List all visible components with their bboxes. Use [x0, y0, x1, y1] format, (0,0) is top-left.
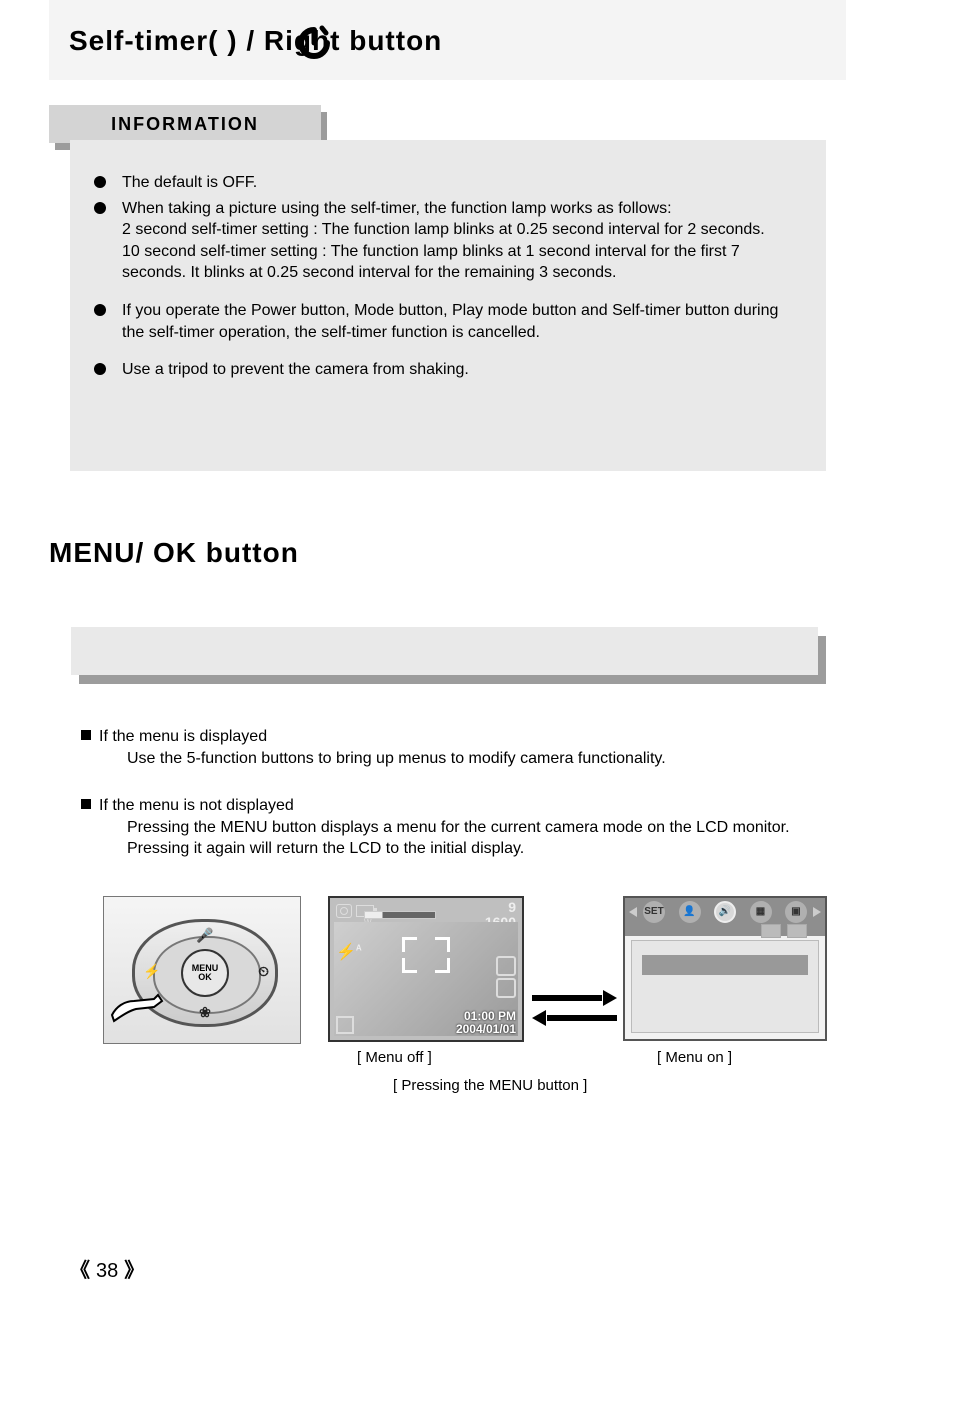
- page-title: Self-timer( ) / Right button: [69, 22, 442, 60]
- quality-icon: [496, 956, 516, 976]
- bullet-icon: [94, 202, 106, 214]
- sub-tab-1: [761, 924, 781, 938]
- information-heading: INFORMATION: [49, 105, 321, 143]
- menu-ok-center-button: MENU OK: [181, 949, 229, 997]
- arrow-left-icon: [532, 1010, 617, 1026]
- menu-ok-heading: MENU/ OK button: [49, 534, 846, 572]
- angle-right-icon: 》: [124, 1260, 144, 1282]
- sub-tab-2: [787, 924, 807, 938]
- info-item: When taking a picture using the self-tim…: [94, 198, 802, 284]
- list-sub: Use the 5-function buttons to bring up m…: [99, 748, 831, 770]
- menu-selected-row: [642, 955, 808, 975]
- information-panel: The default is OFF. When taking a pictur…: [70, 140, 826, 471]
- title-bar: Self-timer( ) / Right button: [49, 0, 846, 80]
- bullet-icon: [94, 363, 106, 375]
- info-text: When taking a picture using the self-tim…: [122, 200, 765, 282]
- lcd-date: 2004/01/01: [456, 1023, 516, 1036]
- focus-brackets: [402, 937, 450, 973]
- self-timer-icon: ⏲: [258, 962, 269, 981]
- list-main: If the menu is displayed: [99, 728, 267, 745]
- nav-left-icon: [629, 907, 637, 917]
- lcd-time: 01:00 PM: [456, 1010, 516, 1023]
- list-main: If the menu is not displayed: [99, 797, 294, 814]
- arrow-right-icon: [532, 990, 617, 1006]
- illustration-row: MENU OK 🎤 ❀ ⚡ ⏲ W: [103, 896, 833, 1042]
- info-text: If you operate the Power button, Mode bu…: [122, 302, 778, 341]
- tab-sound: 🔊: [714, 901, 736, 923]
- caption-menu-off: [ Menu off ]: [357, 1048, 432, 1068]
- tab-slide: ▣: [785, 901, 807, 923]
- angle-left-icon: 《: [70, 1260, 90, 1282]
- nav-right-icon: [813, 907, 821, 917]
- menu-ok-list: If the menu is displayed Use the 5-funct…: [71, 726, 831, 878]
- info-item: Use a tripod to prevent the camera from …: [94, 359, 802, 381]
- auto-flash-icon: ⚡A: [336, 942, 362, 964]
- tab-mycam: 👤: [679, 901, 701, 923]
- menu-tabs: SET 👤 🔊 ▦ ▣: [643, 901, 807, 923]
- page-number: 《38》: [70, 1258, 144, 1285]
- page: Self-timer( ) / Right button INFORMATION…: [0, 0, 954, 1401]
- self-timer-icon: [295, 24, 333, 62]
- caption-menu-on: [ Menu on ]: [657, 1048, 732, 1068]
- five-way-button-diagram: MENU OK 🎤 ❀ ⚡ ⏲: [103, 896, 301, 1044]
- menu-tab-bar: SET 👤 🔊 ▦ ▣: [625, 898, 825, 936]
- tab-set: SET: [643, 901, 665, 923]
- strip: [71, 627, 818, 675]
- square-bullet-icon: [81, 730, 91, 740]
- info-text: Use a tripod to prevent the camera from …: [122, 361, 469, 378]
- square-bullet-icon: [81, 799, 91, 809]
- bullet-icon: [94, 304, 106, 316]
- info-text: The default is OFF.: [122, 174, 257, 191]
- center-button-line2: OK: [198, 973, 212, 982]
- info-item: If you operate the Power button, Mode bu…: [94, 300, 802, 343]
- camera-mode-icon: [336, 904, 352, 918]
- zoom-bar: [364, 911, 436, 919]
- metering-icon: [336, 1016, 354, 1034]
- macro-icon: ❀: [199, 1003, 211, 1022]
- bullet-icon: [94, 176, 106, 188]
- tab-display: ▦: [750, 901, 772, 923]
- caption-pressing: [ Pressing the MENU button ]: [393, 1076, 587, 1096]
- remaining-shots: 9: [485, 900, 516, 915]
- list-sub: Pressing the MENU button displays a menu…: [99, 817, 831, 860]
- sub-tabs: [761, 924, 807, 938]
- lcd-preview: W 9 1600 ⚡A 01:00 PM 2004/01/01: [328, 896, 524, 1042]
- card-icon: [496, 978, 516, 998]
- flash-icon: ⚡: [143, 962, 160, 981]
- info-item: The default is OFF.: [94, 172, 802, 194]
- page-number-value: 38: [90, 1260, 124, 1282]
- lcd-datetime: 01:00 PM 2004/01/01: [456, 1010, 516, 1036]
- pointing-hand-icon: [110, 987, 170, 1027]
- menu-body: [631, 940, 819, 1033]
- menu-screen: SET 👤 🔊 ▦ ▣: [623, 896, 827, 1041]
- list-item: If the menu is displayed Use the 5-funct…: [71, 726, 831, 769]
- toggle-arrows: [532, 990, 617, 1030]
- list-item: If the menu is not displayed Pressing th…: [71, 795, 831, 860]
- mic-icon: 🎤: [196, 926, 213, 945]
